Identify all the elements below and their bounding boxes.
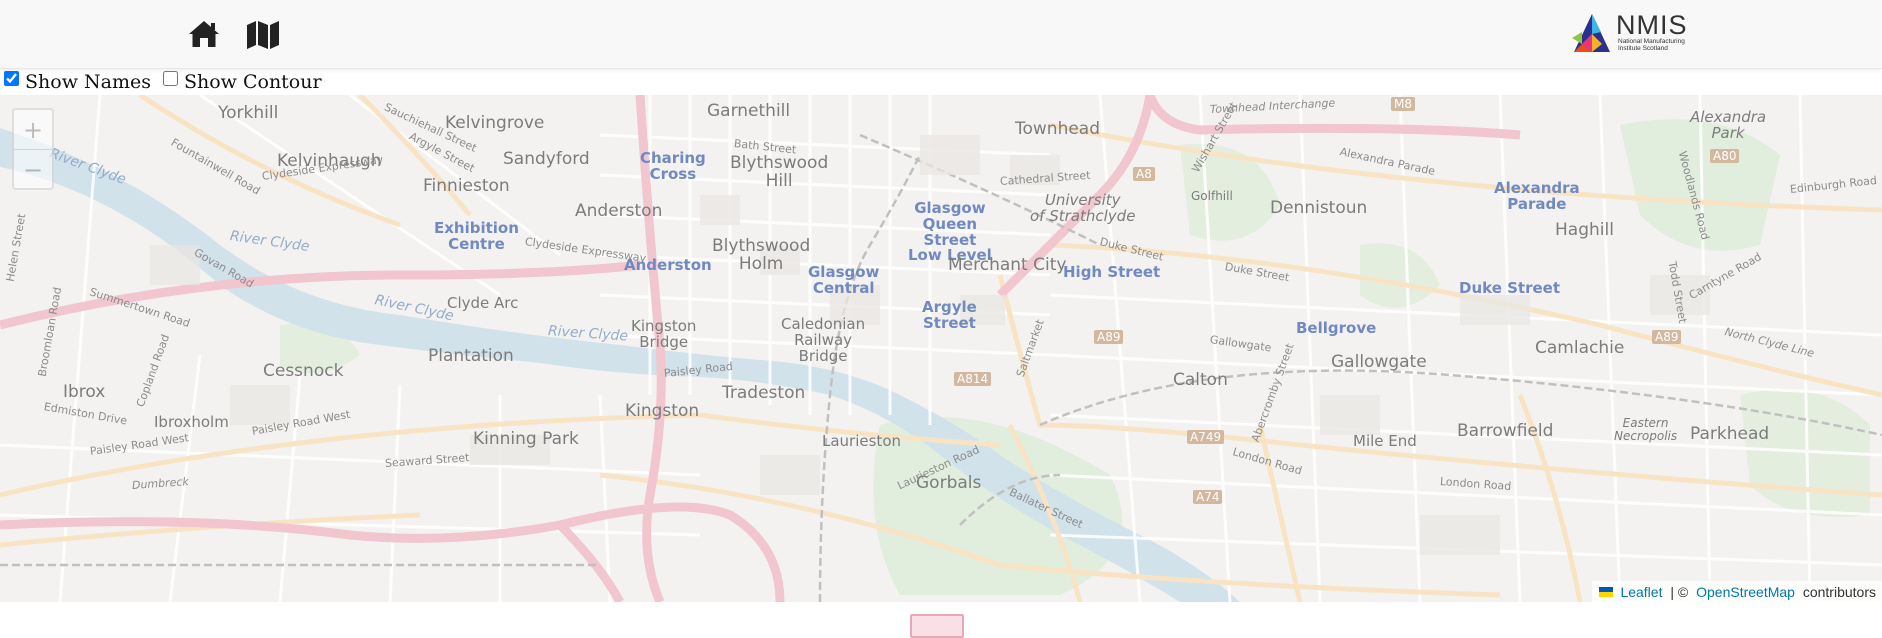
place-label: Laurieston	[822, 432, 901, 450]
road-shield: A8	[1133, 167, 1155, 181]
zoom-in-button[interactable]: +	[14, 110, 52, 150]
zoom-control: + −	[12, 108, 54, 190]
place-label: Caledonian Railway Bridge	[781, 315, 866, 365]
zoom-out-button[interactable]: −	[14, 150, 52, 189]
place-label: Barrowfield	[1457, 421, 1554, 441]
leaflet-link[interactable]: Leaflet	[1620, 584, 1662, 600]
place-label: Ibrox	[63, 382, 106, 402]
place-label: Bellgrove	[1296, 319, 1377, 337]
navbar: NMIS National Manufacturing Institute Sc…	[0, 0, 1882, 69]
show-contour-checkbox[interactable]	[162, 70, 178, 86]
layer-controls: Show Names Show Contour	[0, 70, 330, 94]
road-shield: A749	[1187, 430, 1225, 444]
road-shield: A74	[1193, 490, 1223, 504]
place-label: Alexandra Park	[1690, 108, 1767, 142]
place-label: University of Strathclyde	[1030, 191, 1136, 225]
place-label: Alexandra Parade	[1494, 179, 1580, 213]
place-label: Ibroxholm	[154, 413, 229, 431]
show-names-label[interactable]: Show Names	[25, 71, 151, 93]
logo-title: NMIS	[1616, 10, 1688, 40]
place-label: Blythswood Holm	[712, 236, 811, 274]
map[interactable]: Yorkhill Kelvingrove Garnethill Townhead…	[0, 95, 1882, 602]
place-label: Haghill	[1555, 220, 1614, 240]
show-contour-label[interactable]: Show Contour	[184, 71, 322, 93]
road-shield: A89	[1652, 330, 1682, 344]
road-shield: A89	[1094, 330, 1124, 344]
place-label: Calton	[1173, 370, 1228, 390]
place-label: Tradeston	[722, 383, 806, 403]
place-label: Kingston	[625, 401, 700, 421]
place-label: Merchant City	[948, 255, 1067, 275]
place-label: Townhead	[1015, 119, 1101, 139]
logo-subtitle-1: National Manufacturing	[1618, 38, 1685, 45]
place-label: Finnieston	[423, 176, 510, 196]
place-label: Garnethill	[707, 101, 791, 121]
place-label: Glasgow Central	[808, 263, 880, 297]
ukraine-flag-icon	[1599, 586, 1614, 597]
place-label: Exhibition Centre	[434, 219, 519, 253]
place-label: Gallowgate	[1331, 352, 1427, 372]
place-label: High Street	[1063, 263, 1161, 281]
nmis-logo[interactable]: NMIS National Manufacturing Institute Sc…	[1570, 10, 1700, 54]
place-label: Golfhill	[1191, 189, 1233, 203]
place-label: Dennistoun	[1270, 198, 1368, 218]
road-shield: A80	[1710, 149, 1740, 163]
place-label: Charing Cross	[640, 149, 706, 183]
place-label: Argyle Street	[922, 298, 977, 332]
place-label: Kinning Park	[473, 429, 579, 449]
home-icon[interactable]	[184, 16, 224, 52]
attribution-suffix: contributors	[1798, 583, 1876, 600]
road-shield: M8	[1391, 97, 1415, 111]
place-label: Plantation	[428, 346, 514, 366]
logo-subtitle-2: Institute Scotland	[1618, 45, 1668, 52]
road-shield: A814	[954, 372, 992, 386]
map-attribution: Leaflet | © OpenStreetMap contributors	[1592, 581, 1882, 602]
place-label: Yorkhill	[218, 103, 279, 123]
place-label: Anderston	[575, 201, 663, 221]
place-label: Mile End	[1353, 432, 1417, 450]
place-label: Kelvingrove	[445, 113, 545, 133]
place-label: Clyde Arc	[447, 294, 519, 312]
place-label: Parkhead	[1690, 424, 1770, 444]
place-label: Duke Street	[1459, 279, 1560, 297]
bottom-panel-tab[interactable]	[910, 614, 964, 638]
show-names-checkbox[interactable]	[4, 70, 19, 86]
place-label: Camlachie	[1535, 338, 1625, 358]
place-label: Eastern Necropolis	[1614, 416, 1678, 443]
attribution-separator: | ©	[1666, 583, 1693, 600]
place-label: Blythswood Hill	[730, 153, 829, 191]
place-label: Cessnock	[263, 361, 344, 381]
place-label: Kingston Bridge	[631, 317, 697, 351]
place-label: Sandyford	[503, 149, 590, 169]
map-icon[interactable]	[243, 16, 283, 52]
openstreetmap-link[interactable]: OpenStreetMap	[1696, 584, 1795, 600]
